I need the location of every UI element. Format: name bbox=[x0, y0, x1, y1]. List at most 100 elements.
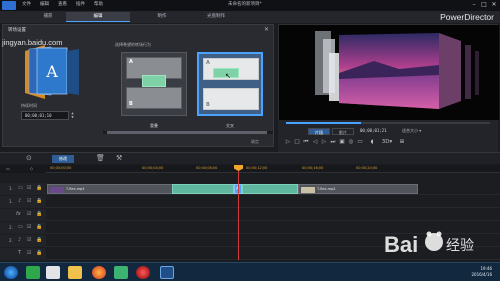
record-icon[interactable] bbox=[136, 266, 150, 279]
tab-movie[interactable]: 影片 bbox=[332, 128, 354, 135]
track-toggle-icon[interactable]: ◇ bbox=[30, 166, 33, 171]
audio-track-1: 1. ♪ ☑ 🔒 bbox=[0, 196, 500, 208]
mode-3d-button[interactable]: 3D▾ bbox=[380, 139, 394, 145]
tab-clip[interactable]: 片段 bbox=[308, 128, 330, 135]
maximize-icon[interactable]: □ bbox=[480, 1, 488, 9]
timecode-display[interactable]: 00;00;01;21 bbox=[360, 128, 387, 133]
fx-icon[interactable]: fx bbox=[16, 211, 21, 217]
browser-icon[interactable] bbox=[92, 266, 106, 279]
powerdirector-taskbar-icon[interactable] bbox=[160, 266, 174, 279]
tools-icon[interactable]: ⚒ bbox=[116, 154, 122, 162]
enable-checkbox-icon[interactable]: ☑ bbox=[27, 237, 31, 243]
duration-label: 持续时间 bbox=[21, 103, 37, 108]
overlap-bar bbox=[142, 75, 166, 87]
ruler-tick: 00;00;20;00 bbox=[356, 166, 378, 170]
duration-input[interactable]: 00;00;01;10 bbox=[21, 111, 69, 120]
menu-file[interactable]: 文件 bbox=[22, 1, 31, 7]
enable-checkbox-icon[interactable]: ☑ bbox=[27, 224, 31, 230]
panel-title: 转场设置 bbox=[8, 28, 26, 33]
track-header: 1. ▭ ☑ 🔒 bbox=[0, 183, 46, 195]
next-frame-icon[interactable]: ◁ bbox=[311, 139, 319, 145]
loop-icon[interactable]: ▭ bbox=[356, 139, 364, 145]
duration-stepper[interactable]: ▲ ▼ bbox=[70, 111, 75, 120]
brand-label: PowerDirector bbox=[440, 12, 494, 22]
track-b-pane: B bbox=[126, 87, 182, 109]
lock-icon[interactable]: 🔒 bbox=[36, 198, 42, 204]
video-icon[interactable]: ▭ bbox=[18, 185, 23, 191]
enable-checkbox-icon[interactable]: ☑ bbox=[27, 250, 31, 256]
folder-icon[interactable] bbox=[68, 266, 82, 279]
app-icon[interactable] bbox=[26, 266, 40, 279]
app-window: 文件 编辑 查看 插件 帮助 未命名的新项目* – □ ✕ 捕获 编辑 制作 光… bbox=[0, 0, 500, 281]
option-overlap[interactable]: A B bbox=[121, 52, 187, 116]
ok-button[interactable]: 确定 bbox=[243, 138, 267, 145]
timeline-toolbar: ⊙ 修改 🗑 ⚒ bbox=[0, 152, 500, 164]
lock-icon[interactable]: 🔒 bbox=[36, 185, 42, 191]
enable-checkbox-icon[interactable]: ☑ bbox=[27, 198, 31, 204]
fullscreen-icon[interactable]: ⊞ bbox=[398, 139, 406, 145]
fast-forward-icon[interactable]: ▷ bbox=[320, 139, 328, 145]
tab-disc-creation[interactable]: 光盘制作 bbox=[184, 12, 248, 22]
time-ruler[interactable]: 00;00;00;00 00;00;04;00 00;00;08;00 00;0… bbox=[46, 165, 500, 173]
ruler-tick: 00;00;00;00 bbox=[50, 166, 72, 170]
seek-slider[interactable] bbox=[286, 122, 490, 124]
minimize-icon[interactable]: – bbox=[470, 1, 478, 9]
transition-region[interactable] bbox=[242, 184, 298, 194]
lock-icon[interactable]: 🔒 bbox=[36, 250, 42, 256]
video-track-1: 1. ▭ ☑ 🔒 T-Rex.mp4 A T-Rex.mp4 bbox=[0, 183, 500, 195]
mute-icon[interactable]: ◖ bbox=[368, 139, 376, 145]
svg-text:Bai: Bai bbox=[384, 232, 418, 257]
start-button-icon[interactable] bbox=[4, 266, 18, 279]
stop-icon[interactable]: □ bbox=[293, 139, 301, 145]
next-icon[interactable]: ⏭ bbox=[329, 139, 337, 146]
track-header: T ☑ 🔒 bbox=[0, 248, 46, 260]
preview-controls: 片段 影片 00;00;01;21 适合大小 ▾ ▷ □ ⏮ ◁ ▷ ⏭ ▣ ◎… bbox=[278, 120, 498, 156]
modify-button[interactable]: 修改 bbox=[52, 155, 74, 163]
system-clock[interactable]: 19:46 2016/4/16 bbox=[471, 266, 492, 278]
lock-icon[interactable]: 🔒 bbox=[36, 211, 42, 217]
media-icon[interactable] bbox=[114, 266, 128, 279]
app-logo-icon bbox=[2, 1, 16, 10]
menu-edit[interactable]: 编辑 bbox=[40, 1, 49, 7]
document-title: 未命名的新项目* bbox=[228, 2, 262, 7]
menu-view[interactable]: 查看 bbox=[58, 1, 67, 7]
effect-track: fx ☑ 🔒 bbox=[0, 209, 500, 221]
fit-size-dropdown[interactable]: 适合大小 ▾ bbox=[402, 128, 421, 134]
windows-taskbar: 19:46 2016/4/16 bbox=[0, 262, 500, 281]
menu-help[interactable]: 帮助 bbox=[94, 1, 103, 7]
lock-icon[interactable]: 🔒 bbox=[36, 237, 42, 243]
snapshot-icon[interactable]: ▣ bbox=[338, 139, 346, 145]
video-clip[interactable]: T-Rex.mp4 bbox=[298, 184, 418, 194]
seek-progress-fill bbox=[286, 122, 362, 124]
app-icon[interactable] bbox=[46, 266, 60, 279]
panel-scrollbar[interactable] bbox=[103, 131, 273, 134]
menu-plugins[interactable]: 插件 bbox=[76, 1, 85, 7]
audio-icon[interactable]: ♪ bbox=[18, 237, 21, 243]
volume-icon[interactable]: ◎ bbox=[347, 139, 355, 145]
ruler-header: ▭ ◇ bbox=[0, 165, 46, 173]
transition-region[interactable] bbox=[172, 184, 234, 194]
tab-edit[interactable]: 编辑 bbox=[66, 12, 130, 22]
thumbnail-letter: A bbox=[45, 62, 58, 81]
track-header: 2. ▭ ☑ 🔒 bbox=[0, 222, 46, 234]
mode-tabs-bar: 捕获 编辑 制作 光盘制作 bbox=[0, 11, 500, 23]
title-icon[interactable]: T bbox=[18, 250, 21, 256]
prev-frame-icon[interactable]: ⏮ bbox=[302, 139, 310, 146]
video-icon[interactable]: ▭ bbox=[18, 224, 23, 230]
enable-checkbox-icon[interactable]: ☑ bbox=[27, 211, 31, 217]
audio-icon[interactable]: ♪ bbox=[18, 198, 21, 204]
option-cross[interactable]: A B ↖ bbox=[197, 52, 263, 116]
play-icon[interactable]: ▷ bbox=[284, 139, 292, 145]
enable-checkbox-icon[interactable]: ☑ bbox=[27, 185, 31, 191]
lock-all-icon[interactable]: ▭ bbox=[6, 166, 10, 171]
title-bar: 文件 编辑 查看 插件 帮助 未命名的新项目* – □ ✕ bbox=[0, 0, 500, 11]
settings-icon[interactable]: ⊙ bbox=[26, 154, 32, 162]
lock-icon[interactable]: 🔒 bbox=[36, 224, 42, 230]
close-icon[interactable]: ✕ bbox=[264, 26, 269, 33]
playhead-line[interactable] bbox=[238, 165, 239, 260]
scrollbar-thumb[interactable] bbox=[107, 131, 267, 134]
trash-icon[interactable]: 🗑 bbox=[96, 154, 105, 162]
ruler-tick: 00;00;04;00 bbox=[142, 166, 164, 170]
close-window-icon[interactable]: ✕ bbox=[490, 1, 498, 9]
video-clip[interactable]: T-Rex.mp4 bbox=[47, 184, 177, 194]
